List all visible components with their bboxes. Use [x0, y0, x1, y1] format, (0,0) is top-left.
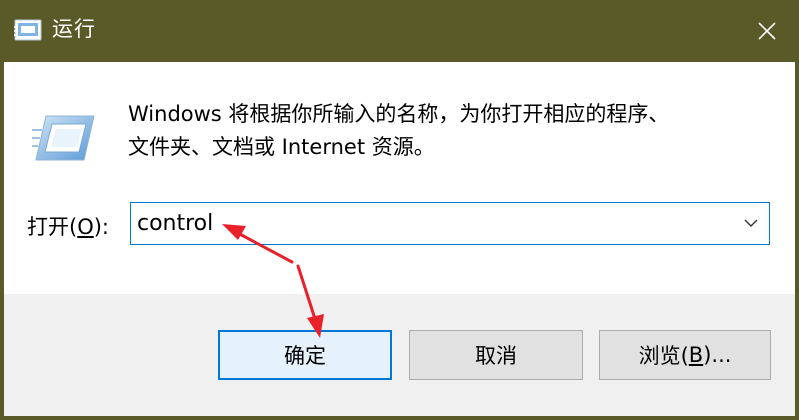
close-button[interactable]: [735, 0, 799, 62]
dialog-content: Windows 将根据你所输入的名称，为你打开相应的程序、 文件夹、文档或 In…: [4, 62, 795, 294]
browse-label-access-key: B: [688, 343, 704, 367]
chevron-down-icon: [744, 219, 758, 227]
window-frame-bottom: [0, 416, 799, 420]
close-icon: [758, 22, 776, 40]
window-title: 运行: [52, 17, 96, 41]
run-dialog: 运行 Windows 将根据你所输入的名称，为你打开相应的程序、 文件夹、文档或…: [0, 0, 799, 420]
open-combobox[interactable]: [130, 202, 770, 245]
description-line-2: 文件夹、文档或 Internet 资源。: [128, 135, 435, 159]
open-label-suffix: ):: [93, 215, 110, 239]
open-input[interactable]: [137, 205, 727, 241]
run-app-icon: [14, 19, 42, 41]
open-label-access-key: O: [77, 215, 94, 239]
open-label-prefix: 打开(: [27, 215, 78, 239]
cancel-button[interactable]: 取消: [409, 330, 583, 380]
browse-label-prefix: 浏览(: [638, 344, 689, 368]
browse-label-suffix: )...: [703, 343, 732, 367]
description-text: Windows 将根据你所输入的名称，为你打开相应的程序、 文件夹、文档或 In…: [128, 98, 768, 164]
dropdown-button[interactable]: [733, 203, 769, 244]
button-bar: 确定 取消 浏览(B)...: [4, 294, 795, 416]
run-program-icon: [32, 115, 95, 161]
ok-button[interactable]: 确定: [218, 330, 392, 380]
browse-button[interactable]: 浏览(B)...: [599, 330, 771, 380]
open-label: 打开(O):: [27, 207, 109, 247]
description-line-1: Windows 将根据你所输入的名称，为你打开相应的程序、: [128, 102, 670, 126]
window-frame-right: [795, 62, 799, 420]
title-bar[interactable]: 运行: [0, 0, 799, 62]
